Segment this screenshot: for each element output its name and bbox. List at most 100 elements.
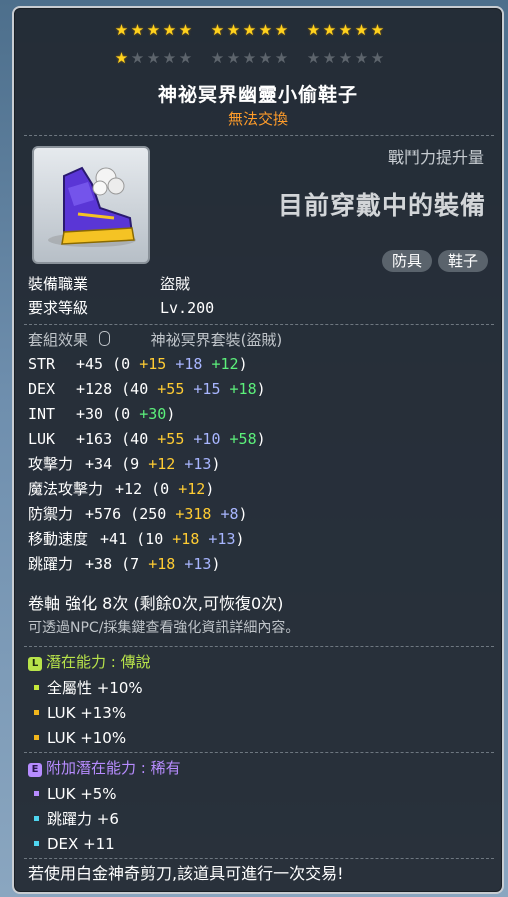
trade-status: 無法交換 [227,110,288,128]
stat-name: 魔法攻擊力 [28,480,104,498]
stat-name: 防禦力 [28,505,74,523]
divider [24,646,494,647]
potential-line: LUK +10% [28,728,126,748]
potential-line-text: LUK +13% [47,704,127,722]
stat-total: +163 (40 [76,430,158,448]
divider [24,858,494,859]
stat-bonus: +12 [148,455,185,473]
stat-close: ) [238,355,248,373]
stat-bonus: +12 [211,355,239,373]
stat-bonus: +30 [139,405,167,423]
item-name: 神祕冥界幽靈小偷鞋子 [157,84,358,106]
purple-shoe-icon [48,166,136,247]
star-filled-icon: ★ [274,21,290,39]
star-empty-icon: ★ [370,49,386,67]
stat-close: ) [211,555,221,573]
stat-bonus: +13 [184,455,212,473]
stat-close: ) [166,405,176,423]
scroll-info: 卷軸 強化 8次 (剩餘0次,可恢復0次) [28,594,284,613]
stat-total: +34 (9 [85,455,149,473]
stat-row: DEX +128 (40 +55 +15 +18) [28,379,266,399]
stat-bonus: +10 [193,430,230,448]
stat-close: ) [235,530,245,548]
stat-total: +576 (250 [85,505,176,523]
stat-bonus: +18 [175,355,212,373]
star-filled-icon: ★ [322,21,338,39]
star-empty-icon: ★ [130,49,146,67]
stat-total: +45 (0 [76,355,140,373]
stat-close: ) [256,380,266,398]
equipped-status: 目前穿戴中的裝備 [277,191,486,220]
stat-row: 移動速度 +41 (10 +18 +13) [28,529,245,549]
stat-total: +30 (0 [76,405,140,423]
stat-total: +12 (0 [115,480,179,498]
star-filled-icon: ★ [210,21,226,39]
star-filled-icon: ★ [226,21,242,39]
star-filled-icon: ★ [114,49,130,67]
star-empty-icon: ★ [354,49,370,67]
bullet-icon [34,816,39,821]
bullet-icon [34,841,39,846]
stat-name: 跳躍力 [28,555,74,573]
bullet-icon [34,710,39,715]
mouse-icon [98,331,110,346]
star-filled-icon: ★ [354,21,370,39]
potential-line: 全屬性 +10% [28,678,143,698]
stat-row: INT +30 (0 +30) [28,404,175,424]
star-empty-icon: ★ [258,49,274,67]
tag-shoes: 鞋子 [437,250,488,272]
potential-line-text: 跳躍力 +6 [47,810,119,828]
stat-row: 攻擊力 +34 (9 +12 +13) [28,454,220,474]
star-filled-icon: ★ [178,21,194,39]
star-filled-icon: ★ [130,21,146,39]
star-empty-icon: ★ [178,49,194,67]
star-filled-icon: ★ [306,21,322,39]
star-filled-icon: ★ [162,21,178,39]
stat-close: ) [256,430,266,448]
potential-header: L 潛在能力 : 傳說 [28,652,151,672]
potential-line: LUK +5% [28,784,117,804]
set-effect-value: 神祕冥界套裝(盜賊) [150,331,283,349]
divider [24,752,494,753]
stat-bonus: +15 [139,355,176,373]
bullet-icon [34,685,39,690]
epic-grade-icon: E [28,763,42,777]
potential-line: LUK +13% [28,703,126,723]
star-force-row-2: ★ ★ ★ ★ ★ ★ ★ ★ ★ ★ ★ ★ ★ ★ ★ [114,50,386,66]
star-empty-icon: ★ [306,49,322,67]
stat-total: +128 (40 [76,380,158,398]
stat-bonus: +13 [208,530,236,548]
potential-line: DEX +11 [28,834,115,854]
star-filled-icon: ★ [258,21,274,39]
legendary-grade-icon: L [28,657,42,671]
stat-bonus: +12 [178,480,206,498]
stat-bonus: +18 [229,380,257,398]
item-icon-frame [32,146,150,264]
tag-armor: 防具 [381,250,432,272]
stat-bonus: +318 [175,505,221,523]
star-empty-icon: ★ [338,49,354,67]
star-force-row-1: ★ ★ ★ ★ ★ ★ ★ ★ ★ ★ ★ ★ ★ ★ ★ [114,22,386,38]
scroll-hint: 可透過NPC/採集鍵查看強化資訊詳細內容。 [28,620,300,636]
stat-bonus: +55 [157,430,194,448]
star-empty-icon: ★ [242,49,258,67]
stat-total: +41 (10 [100,530,173,548]
potential-line-text: 全屬性 +10% [47,679,143,697]
stat-total: +38 (7 [85,555,149,573]
stat-row: LUK +163 (40 +55 +10 +58) [28,429,266,449]
divider [24,135,494,136]
potential-line: 跳躍力 +6 [28,809,119,829]
potential-line-text: DEX +11 [47,835,115,853]
requirement-level-label: 要求等級 [28,299,89,317]
star-filled-icon: ★ [338,21,354,39]
stat-name: INT [28,405,56,423]
bullet-icon [34,791,39,796]
star-filled-icon: ★ [370,21,386,39]
set-effect[interactable]: 套組效果 神祕冥界套裝(盜賊) [28,330,282,350]
set-effect-label: 套組效果 [28,331,89,349]
potential-label: 潛在能力 : 傳說 [46,653,151,671]
stat-row: 防禦力 +576 (250 +318 +8) [28,504,248,524]
star-empty-icon: ★ [226,49,242,67]
stat-bonus: +18 [172,530,209,548]
stat-name: 攻擊力 [28,455,74,473]
